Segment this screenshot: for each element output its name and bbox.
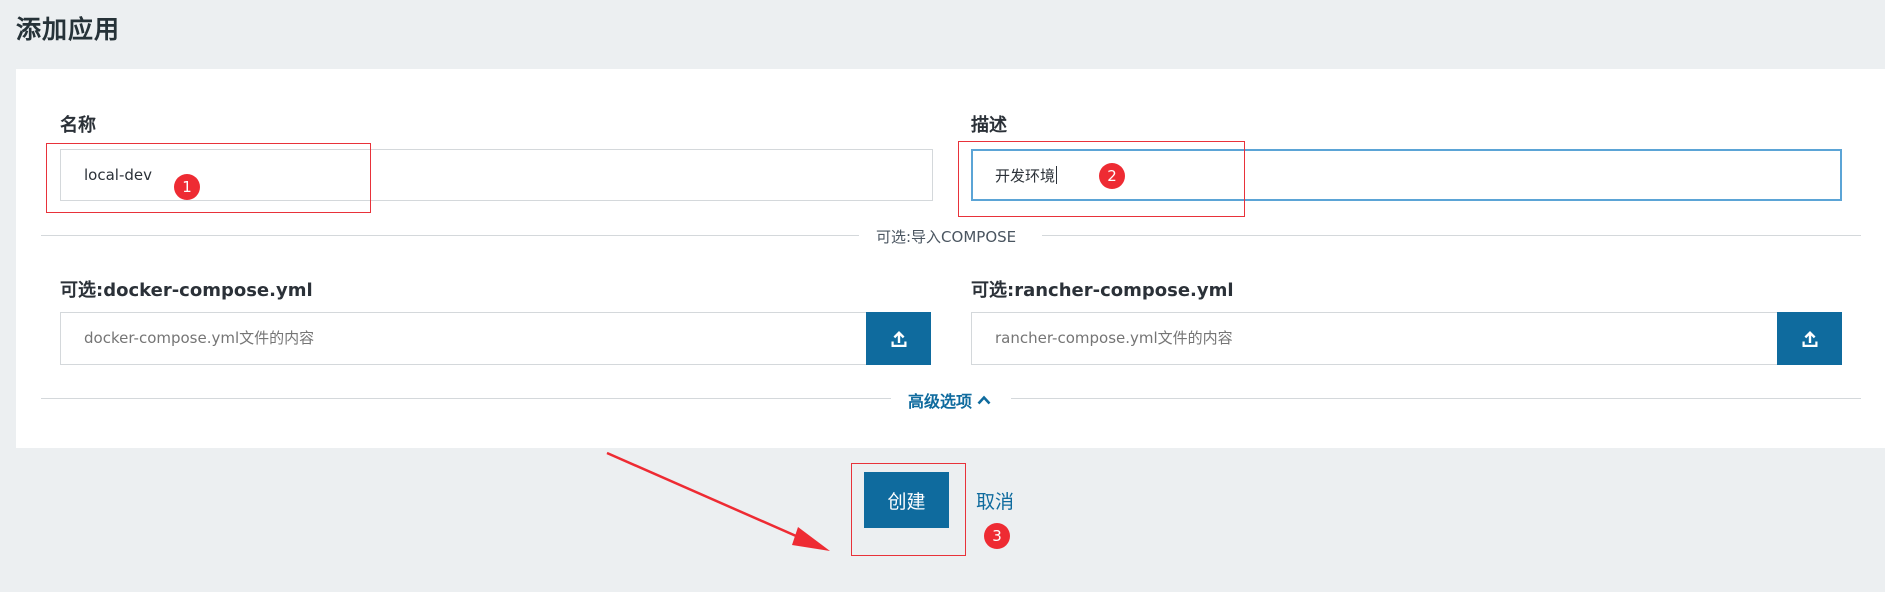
text-caret [1056,166,1058,184]
description-value: 开发环境 [995,166,1056,185]
compose-divider-label: 可选:导入COMPOSE [876,228,1017,246]
rancher-compose-upload-button[interactable] [1777,312,1842,365]
upload-icon [891,330,906,347]
upload-icon [1802,330,1817,347]
divider-right [1042,235,1861,236]
chevron-up-icon [977,395,991,405]
advanced-options-toggle[interactable]: 高级选项 [908,388,991,412]
annotation-marker-1: 1 [174,174,200,200]
name-label: 名称 [60,115,96,136]
advanced-options-label: 高级选项 [908,392,973,411]
rancher-compose-textarea[interactable] [971,312,1779,365]
divider-left [41,398,891,399]
docker-compose-label: 可选:docker-compose.yml [60,280,313,301]
create-button[interactable]: 创建 [864,472,949,528]
annotation-marker-2: 2 [1099,163,1125,189]
docker-compose-textarea[interactable] [60,312,868,365]
annotation-marker-3: 3 [984,523,1010,549]
docker-compose-upload-button[interactable] [866,312,931,365]
divider-right [1011,398,1861,399]
divider-left [41,235,859,236]
rancher-compose-label: 可选:rancher-compose.yml [971,280,1234,301]
cancel-link[interactable]: 取消 [976,487,1014,514]
page-title: 添加应用 [16,15,121,44]
description-label: 描述 [971,115,1007,136]
